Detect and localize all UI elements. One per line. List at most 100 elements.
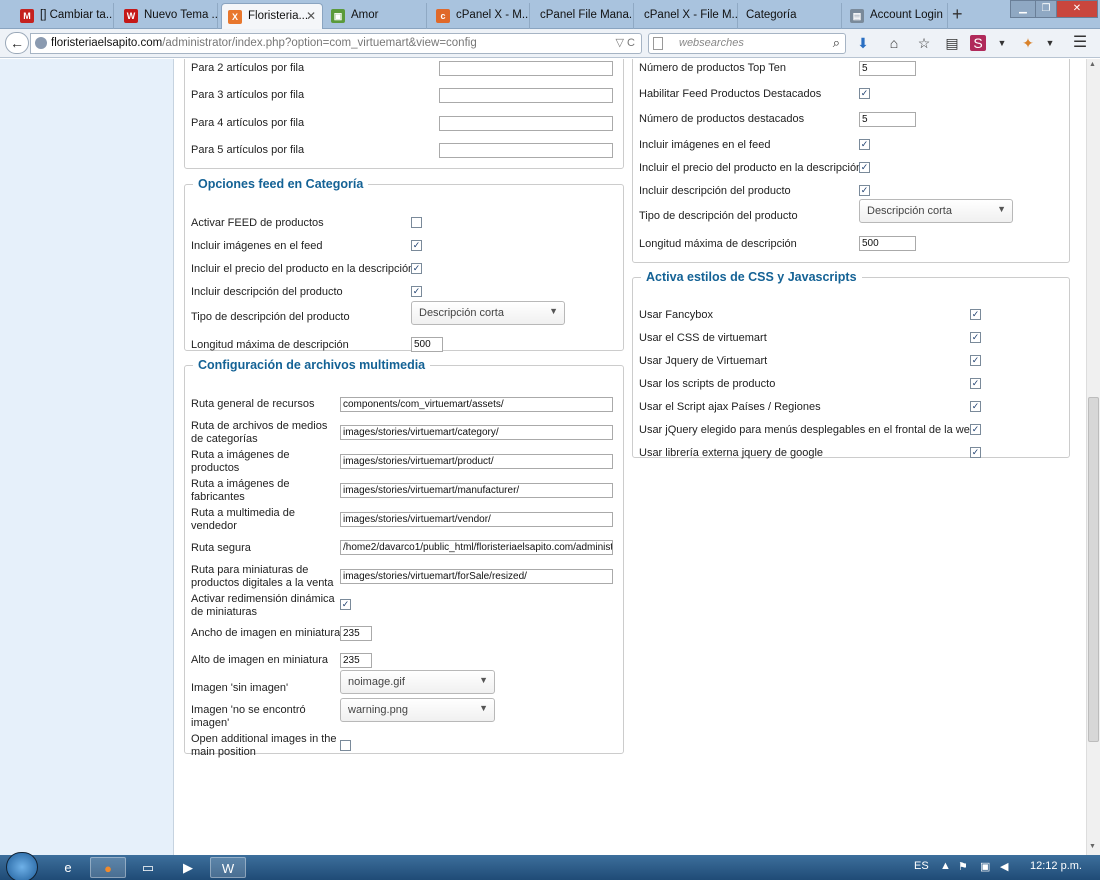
maximize-button[interactable]: ❐	[1035, 0, 1057, 18]
address-bar[interactable]: floristeriaelsapito.com/administrator/in…	[30, 33, 642, 54]
search-icon[interactable]: ⌕	[833, 35, 840, 51]
vertical-scrollbar[interactable]: ▲ ▼	[1086, 59, 1100, 855]
field-label: Tipo de descripción del producto	[191, 311, 350, 323]
new-tab-button[interactable]: +	[952, 4, 963, 25]
no-image-select[interactable]: noimage.gif ▼	[340, 670, 495, 694]
assets-path-input[interactable]: components/com_virtuemart/assets/	[340, 397, 613, 412]
field-label: Longitud máxima de descripción	[639, 238, 797, 250]
scrollbar-thumb[interactable]	[1088, 397, 1099, 742]
feed-description-checkbox[interactable]: ✓	[859, 185, 870, 196]
media-player-icon[interactable]: ▶	[170, 857, 206, 878]
browser-tab[interactable]: W Nuevo Tema ...	[118, 3, 218, 29]
virtuemart-css-checkbox[interactable]: ✓	[970, 332, 981, 343]
extension-icon[interactable]: ✦	[1018, 35, 1038, 51]
browser-tab[interactable]: ▤ Account Login	[844, 3, 948, 29]
download-icon[interactable]: ⬇	[853, 35, 873, 51]
max-length-input[interactable]: 500	[859, 236, 916, 251]
firefox-icon[interactable]: ●	[90, 857, 126, 878]
volume-icon[interactable]: ◀	[1000, 860, 1008, 873]
addon-icon[interactable]: S	[970, 35, 986, 51]
select-value: noimage.gif	[348, 676, 405, 688]
google-jquery-checkbox[interactable]: ✓	[970, 447, 981, 458]
per-row-5-input[interactable]	[439, 143, 613, 158]
browser-tab[interactable]: cPanel File Mana...	[532, 3, 634, 29]
featured-count-input[interactable]: 5	[859, 112, 916, 127]
max-length-input[interactable]: 500	[411, 337, 443, 352]
manufacturer-images-path-input[interactable]: images/stories/virtuemart/manufacturer/	[340, 483, 613, 498]
virtuemart-jquery-checkbox[interactable]: ✓	[970, 355, 981, 366]
field-label: Usar jQuery elegido para menús desplegab…	[639, 424, 976, 436]
field-label: Imagen 'no se encontró imagen'	[191, 704, 306, 729]
close-window-button[interactable]: ✕	[1056, 0, 1098, 18]
per-row-4-input[interactable]	[439, 116, 613, 131]
top-ten-count-input[interactable]: 5	[859, 61, 916, 76]
feed-price-checkbox[interactable]: ✓	[859, 162, 870, 173]
browser-tab-active[interactable]: X Floristeria... ✕	[221, 3, 323, 30]
scroll-down-icon[interactable]: ▼	[1089, 843, 1096, 850]
close-tab-icon[interactable]: ✕	[306, 9, 316, 23]
forsale-thumbs-path-input[interactable]: images/stories/virtuemart/forSale/resize…	[340, 569, 613, 584]
product-scripts-checkbox[interactable]: ✓	[970, 378, 981, 389]
minimize-button[interactable]: ▁	[1010, 0, 1036, 18]
flag-icon[interactable]: ⚑	[958, 860, 968, 873]
per-row-2-input[interactable]	[439, 61, 613, 76]
section-title: Activa estilos de CSS y Javascripts	[646, 270, 857, 284]
navigation-bar: ← floristeriaelsapito.com/administrator/…	[0, 29, 1100, 58]
featured-feed-checkbox[interactable]: ✓	[859, 88, 870, 99]
fancybox-checkbox[interactable]: ✓	[970, 309, 981, 320]
field-label: Incluir imágenes en el feed	[639, 139, 771, 151]
feed-images-checkbox[interactable]: ✓	[411, 240, 422, 251]
scroll-up-icon[interactable]: ▲	[1089, 61, 1096, 68]
word-icon[interactable]: W	[210, 857, 246, 878]
extension-dropdown-icon[interactable]: ▼	[1040, 35, 1060, 51]
browser-tab[interactable]: cPanel X - File M...	[636, 3, 738, 29]
description-type-select[interactable]: Descripción corta ▼	[859, 199, 1013, 223]
feed-price-checkbox[interactable]: ✓	[411, 263, 422, 274]
chevron-down-icon: ▼	[997, 204, 1006, 214]
folder-icon[interactable]: ▭	[130, 857, 166, 878]
chosen-jquery-checkbox[interactable]: ✓	[970, 424, 981, 435]
ie-icon[interactable]: e	[50, 857, 86, 878]
field-label: Usar el CSS de virtuemart	[639, 332, 767, 344]
product-images-path-input[interactable]: images/stories/virtuemart/product/	[340, 454, 613, 469]
tab-label: cPanel X - M...	[456, 9, 530, 21]
browser-tab[interactable]: ▣ Amor	[325, 3, 427, 29]
field-label: Usar librería externa jquery de google	[639, 447, 824, 459]
description-type-select[interactable]: Descripción corta ▼	[411, 301, 565, 325]
activate-feed-checkbox[interactable]	[411, 217, 422, 228]
vendor-media-path-input[interactable]: images/stories/virtuemart/vendor/	[340, 512, 613, 527]
tray-expand-icon[interactable]: ▲	[940, 860, 951, 872]
field-label: Para 5 artículos por fila	[191, 144, 305, 156]
not-found-image-select[interactable]: warning.png ▼	[340, 698, 495, 722]
feed-images-checkbox[interactable]: ✓	[859, 139, 870, 150]
field-label: Open additional images in the main posit…	[191, 733, 337, 758]
admin-sidebar	[0, 59, 174, 855]
menu-icon[interactable]: ☰	[1070, 35, 1090, 51]
search-input[interactable]: websearches ⌕	[648, 33, 846, 54]
start-button[interactable]	[6, 852, 38, 880]
browser-tab[interactable]: M [] Cambiar ta...	[14, 3, 114, 29]
dynamic-resize-checkbox[interactable]: ✓	[340, 599, 351, 610]
thumb-height-input[interactable]: 235	[340, 653, 372, 668]
browser-tab[interactable]: c cPanel X - M...	[430, 3, 530, 29]
ajax-regions-checkbox[interactable]: ✓	[970, 401, 981, 412]
tab-label: cPanel X - File M...	[644, 9, 738, 21]
library-icon[interactable]: ▤	[942, 35, 962, 51]
clock[interactable]: 12:12 p.m.	[1030, 860, 1082, 872]
thumb-width-input[interactable]: 235	[340, 626, 372, 641]
search-placeholder: websearches	[679, 37, 744, 49]
back-button[interactable]: ←	[5, 32, 29, 54]
field-label: Activar FEED de productos	[191, 217, 324, 229]
language-indicator[interactable]: ES	[914, 860, 929, 872]
feed-description-checkbox[interactable]: ✓	[411, 286, 422, 297]
secure-path-input[interactable]: /home2/davarco1/public_html/floristeriae…	[340, 540, 613, 555]
additional-images-checkbox[interactable]	[340, 740, 351, 751]
per-row-3-input[interactable]	[439, 88, 613, 103]
addon-dropdown-icon[interactable]: ▼	[992, 35, 1012, 51]
category-media-path-input[interactable]: images/stories/virtuemart/category/	[340, 425, 613, 440]
reload-icon[interactable]: ▽ C	[616, 36, 635, 49]
home-icon[interactable]: ⌂	[884, 35, 904, 51]
browser-tab[interactable]: Categoría	[740, 3, 842, 29]
bookmark-star-icon[interactable]: ☆	[914, 35, 934, 51]
network-icon[interactable]: ▣	[980, 860, 990, 873]
